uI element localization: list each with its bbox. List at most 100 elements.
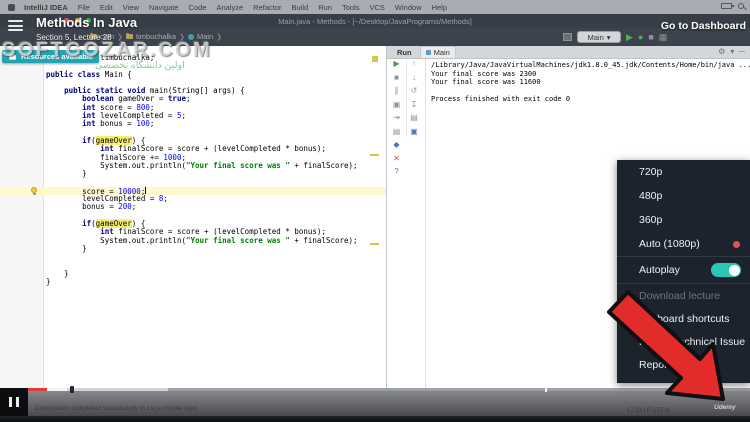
toolbar-icon[interactable]: ●	[638, 32, 643, 42]
run-toolbar-icon[interactable]: ▣	[393, 101, 401, 109]
macos-menu-item[interactable]: Refactor	[253, 3, 281, 12]
macos-menu-item[interactable]: Window	[395, 3, 422, 12]
run-debug-buttons: ▶ ● ■ ▦	[626, 32, 667, 42]
lecture-title: Methods In Java	[36, 15, 137, 30]
toolbar-icon[interactable]: ■	[648, 32, 653, 42]
quality-option-480p[interactable]: 480p	[617, 184, 750, 208]
intention-bulb-icon[interactable]	[31, 187, 37, 193]
code-line: public class Main {	[0, 71, 386, 79]
run-toolbar-icon[interactable]: ?	[394, 168, 398, 176]
macos-menu-bar: IntelliJ IDEA File Edit View Navigate Code Ana…	[0, 0, 750, 14]
lecture-subtitle: Section 5, Lecture 28	[36, 33, 112, 42]
autoplay-toggle[interactable]	[711, 263, 741, 277]
progress-hover-segment	[47, 388, 67, 391]
macos-menu-item[interactable]: Help	[432, 3, 447, 12]
ide-status-bar-right: 17:23 LF UTF-8	[627, 408, 669, 414]
code-line	[0, 178, 386, 186]
run-toolbar-icon[interactable]: ▤	[410, 114, 418, 122]
run-toolbar-icon[interactable]: ↓	[412, 74, 416, 82]
scrollbar-warning-mark	[372, 56, 378, 62]
run-toolbar-icon[interactable]: ◆	[393, 141, 399, 149]
menubar-status-icons	[721, 3, 744, 9]
progress-marker	[545, 387, 547, 392]
run-config-dropdown[interactable]: Main▾	[577, 31, 621, 43]
macos-menu-items: IntelliJ IDEA File Edit View Navigate Code Ana…	[24, 3, 457, 12]
run-toolbar-icon[interactable]: ↧	[411, 101, 418, 109]
code-lines: package com.timbuchalka; public class Ma…	[0, 54, 386, 286]
console-divider	[425, 59, 426, 388]
quality-option-auto-1080p-[interactable]: Auto (1080p)	[617, 232, 750, 256]
go-to-dashboard-link[interactable]: Go to Dashboard	[661, 20, 746, 32]
tool-window-icon[interactable]	[563, 33, 572, 41]
toolbar-icon[interactable]: ▦	[659, 32, 668, 42]
toolbar-icon[interactable]: ▶	[626, 32, 633, 42]
course-menu-icon[interactable]	[8, 20, 23, 31]
breadcrumb-separator: ❯	[179, 33, 185, 41]
macos-menu-item[interactable]: Code	[189, 3, 207, 12]
tab-main[interactable]: Main	[420, 46, 456, 58]
run-configuration-bar: Main▾ ▶ ● ■ ▦	[563, 31, 667, 43]
chevron-down-icon[interactable]: ▾	[730, 47, 734, 56]
scrollbar-warning-mark	[370, 243, 379, 245]
macos-menu-item[interactable]: File	[78, 3, 90, 12]
active-quality-dot	[733, 241, 740, 248]
run-toolbar-icon[interactable]: ▣	[410, 128, 418, 136]
run-label: Run	[397, 48, 412, 57]
console-line: Your final score was 2300	[431, 70, 750, 79]
hide-panel-icon[interactable]: ─	[739, 47, 745, 56]
macos-menu-item[interactable]: Edit	[100, 3, 113, 12]
code-line: }	[0, 170, 386, 178]
macos-menu-item[interactable]: Navigate	[149, 3, 179, 12]
folder-icon	[126, 34, 133, 39]
settings-menu-items: iDownload lectureKeyboard shortcutsRepor…	[617, 284, 750, 376]
video-player-stage: IntelliJ IDEA File Edit View Navigate Code Ana…	[0, 0, 750, 422]
progress-scrubber-handle[interactable]	[70, 386, 74, 393]
run-toolbar-icon[interactable]: ∥	[395, 87, 399, 95]
breadcrumb-timbuchalka[interactable]: timbuchalka	[136, 32, 176, 41]
pause-button[interactable]	[0, 388, 28, 416]
spotlight-search-icon	[738, 3, 744, 9]
run-toolbar-secondary: ↑ ↓ ↺ ↧ ▤ ▣	[406, 60, 421, 136]
run-tool-window-header: Run Main ⚙ ▾ ─	[387, 46, 750, 59]
settings-menu: 720p480p360pAuto (1080p) Autoplay iDownl…	[617, 160, 750, 383]
run-toolbar-icon[interactable]: ⇥	[393, 114, 400, 122]
progress-marker	[695, 387, 697, 392]
macos-menu-item[interactable]: Run	[318, 3, 332, 12]
menu-item-report-abuse[interactable]: Report Abuse	[617, 353, 750, 376]
console-line: Process finished with exit code 0	[431, 95, 750, 104]
quality-option-360p[interactable]: 360p	[617, 208, 750, 232]
gear-icon[interactable]: ⚙	[718, 47, 725, 56]
macos-menu-item[interactable]: View	[123, 3, 139, 12]
autoplay-label: Autoplay	[639, 264, 680, 276]
breadcrumb-separator: ❯	[117, 33, 123, 41]
code-editor[interactable]: package com.timbuchalka; public class Ma…	[0, 46, 386, 388]
folder-icon	[8, 53, 17, 61]
macos-menu-item[interactable]: Tools	[342, 3, 360, 12]
chevron-down-icon: ▾	[607, 33, 611, 42]
breadcrumb-main[interactable]: Main	[197, 32, 213, 41]
menu-item-report-technical-issue[interactable]: Report Technical Issue	[617, 330, 750, 353]
console-line: /Library/Java/JavaVirtualMachines/jdk1.8…	[431, 61, 750, 70]
info-icon: i	[624, 291, 633, 300]
code-line: int bonus = 100;	[0, 120, 386, 128]
run-toolbar-icon[interactable]: ↑	[412, 60, 416, 68]
code-line: }	[0, 245, 386, 253]
quality-option-720p[interactable]: 720p	[617, 160, 750, 184]
breadcrumb-separator: ❯	[216, 33, 222, 41]
macos-menu-item[interactable]: Build	[292, 3, 309, 12]
console-line: Your final score was 11600	[431, 78, 750, 87]
console-line	[431, 87, 750, 96]
battery-icon	[721, 3, 732, 9]
code-line: bonus = 200;	[0, 203, 386, 211]
resources-available-badge[interactable]: Resources available	[2, 50, 99, 63]
run-toolbar-icon[interactable]: ✕	[393, 155, 400, 163]
menu-item-keyboard-shortcuts[interactable]: Keyboard shortcuts	[617, 307, 750, 330]
run-toolbar-primary: ▶ ■ ∥ ▣ ⇥ ▤ ◆ ✕?	[389, 60, 404, 176]
run-toolbar-icon[interactable]: ■	[394, 74, 399, 82]
macos-menu-item[interactable]: VCS	[369, 3, 384, 12]
run-toolbar-icon[interactable]: ▶	[393, 60, 399, 68]
run-toolbar-icon[interactable]: ↺	[411, 87, 418, 95]
run-toolbar-icon[interactable]: ▤	[393, 128, 401, 136]
macos-menu-item[interactable]: Analyze	[216, 3, 243, 12]
macos-menu-item[interactable]: IntelliJ IDEA	[24, 3, 68, 12]
